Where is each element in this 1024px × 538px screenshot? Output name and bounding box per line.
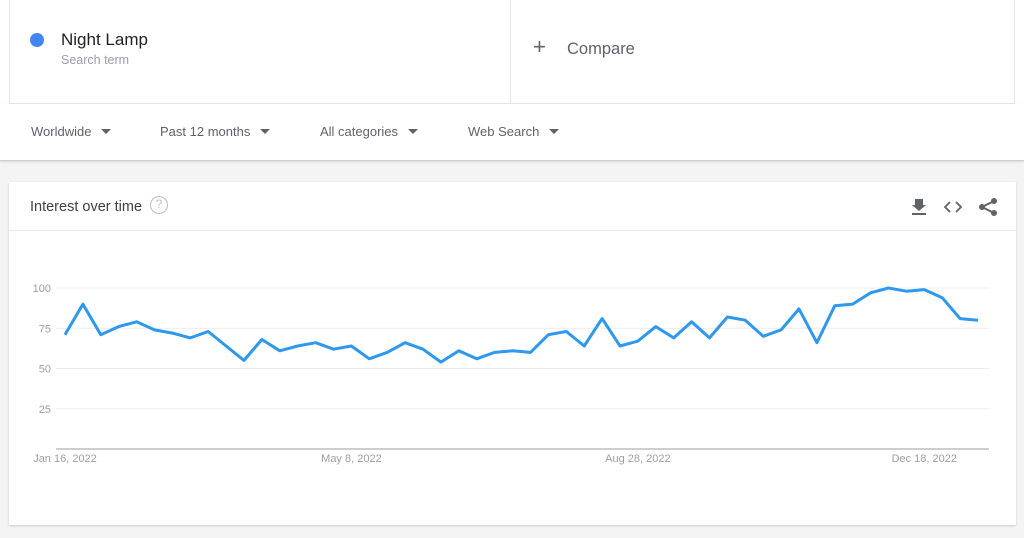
data-point[interactable]: [902, 287, 910, 295]
search-terms-bar: Night Lamp Search term + Compare: [0, 0, 1024, 104]
data-point[interactable]: [849, 300, 857, 308]
filter-region-dropdown[interactable]: Worldwide: [31, 124, 112, 139]
data-point[interactable]: [365, 355, 373, 363]
embed-code-icon[interactable]: [942, 196, 964, 218]
data-point[interactable]: [616, 342, 624, 350]
data-point[interactable]: [97, 331, 105, 339]
data-point[interactable]: [347, 342, 355, 350]
data-point[interactable]: [115, 323, 123, 331]
data-point[interactable]: [974, 316, 982, 324]
data-point[interactable]: [61, 331, 69, 339]
data-point[interactable]: [276, 347, 284, 355]
y-tick-label: 100: [33, 283, 51, 295]
data-point[interactable]: [759, 332, 767, 340]
series-line-night-lamp[interactable]: [63, 286, 979, 364]
data-point[interactable]: [562, 327, 570, 335]
filter-time-label: Past 12 months: [160, 124, 251, 139]
data-point[interactable]: [79, 300, 87, 308]
data-point[interactable]: [670, 334, 678, 342]
data-point[interactable]: [652, 323, 660, 331]
filter-region-label: Worldwide: [31, 124, 92, 139]
search-term-type: Search term: [61, 53, 130, 67]
filter-category-label: All categories: [320, 124, 399, 139]
x-tick-label: Aug 28, 2022: [605, 453, 670, 465]
data-point[interactable]: [777, 326, 785, 334]
search-term-card[interactable]: Night Lamp Search term: [9, 0, 511, 104]
data-point[interactable]: [312, 339, 320, 347]
caret-down-icon: [549, 129, 560, 134]
x-tick-label: Dec 18, 2022: [892, 453, 957, 465]
data-point[interactable]: [741, 316, 749, 324]
caret-down-icon: [101, 129, 112, 134]
filter-category-dropdown[interactable]: All categories: [320, 124, 419, 139]
data-point[interactable]: [956, 315, 964, 323]
y-tick-label: 75: [39, 323, 51, 335]
compare-button[interactable]: + Compare: [511, 0, 1015, 104]
y-tick-label: 25: [39, 404, 51, 416]
data-point[interactable]: [634, 337, 642, 345]
data-point[interactable]: [509, 347, 517, 355]
data-point[interactable]: [186, 334, 194, 342]
data-point[interactable]: [473, 355, 481, 363]
data-point[interactable]: [831, 302, 839, 310]
card-title: Interest over time: [30, 199, 143, 215]
card-header: Interest over time ?: [9, 182, 1016, 231]
interest-over-time-card: Interest over time ? 25 50 75 100 Jan 16, 2…: [9, 182, 1016, 525]
data-point[interactable]: [258, 336, 266, 344]
data-point[interactable]: [526, 348, 534, 356]
share-icon[interactable]: [977, 196, 999, 218]
line-chart[interactable]: 25 50 75 100 Jan 16, 2022 May 8, 2022 Aug 28,…: [9, 231, 1016, 525]
data-point[interactable]: [204, 327, 212, 335]
data-point[interactable]: [544, 331, 552, 339]
y-tick-label: 50: [39, 364, 51, 376]
data-point[interactable]: [222, 342, 230, 350]
data-point[interactable]: [884, 284, 892, 292]
data-point[interactable]: [491, 348, 499, 356]
data-point[interactable]: [383, 348, 391, 356]
caret-down-icon: [260, 129, 271, 134]
data-point[interactable]: [330, 345, 338, 353]
data-point[interactable]: [419, 345, 427, 353]
filter-search-type-label: Web Search: [468, 124, 540, 139]
help-circle-icon[interactable]: ?: [150, 196, 168, 214]
data-point[interactable]: [938, 294, 946, 302]
x-tick-label: May 8, 2022: [321, 453, 382, 465]
data-point[interactable]: [294, 342, 302, 350]
data-point[interactable]: [867, 289, 875, 297]
data-point[interactable]: [240, 356, 248, 364]
data-point[interactable]: [598, 315, 606, 323]
data-point[interactable]: [455, 347, 463, 355]
caret-down-icon: [408, 129, 419, 134]
data-point[interactable]: [723, 313, 731, 321]
download-icon[interactable]: [908, 196, 930, 218]
filter-search-type-dropdown[interactable]: Web Search: [468, 124, 560, 139]
plus-icon: +: [533, 34, 546, 59]
data-point[interactable]: [168, 329, 176, 337]
filter-bar: Worldwide Past 12 months All categories …: [0, 104, 1024, 161]
data-point[interactable]: [813, 339, 821, 347]
filter-time-dropdown[interactable]: Past 12 months: [160, 124, 271, 139]
data-point[interactable]: [580, 342, 588, 350]
compare-label: Compare: [567, 40, 635, 58]
data-point[interactable]: [688, 318, 696, 326]
data-point[interactable]: [401, 339, 409, 347]
data-point[interactable]: [795, 305, 803, 313]
data-point[interactable]: [705, 334, 713, 342]
data-point[interactable]: [437, 358, 445, 366]
series-color-dot: [30, 33, 44, 47]
search-term-name[interactable]: Night Lamp: [61, 30, 148, 50]
data-point[interactable]: [920, 286, 928, 294]
data-point[interactable]: [151, 326, 159, 334]
x-tick-label: Jan 16, 2022: [33, 453, 97, 465]
data-point[interactable]: [133, 318, 141, 326]
